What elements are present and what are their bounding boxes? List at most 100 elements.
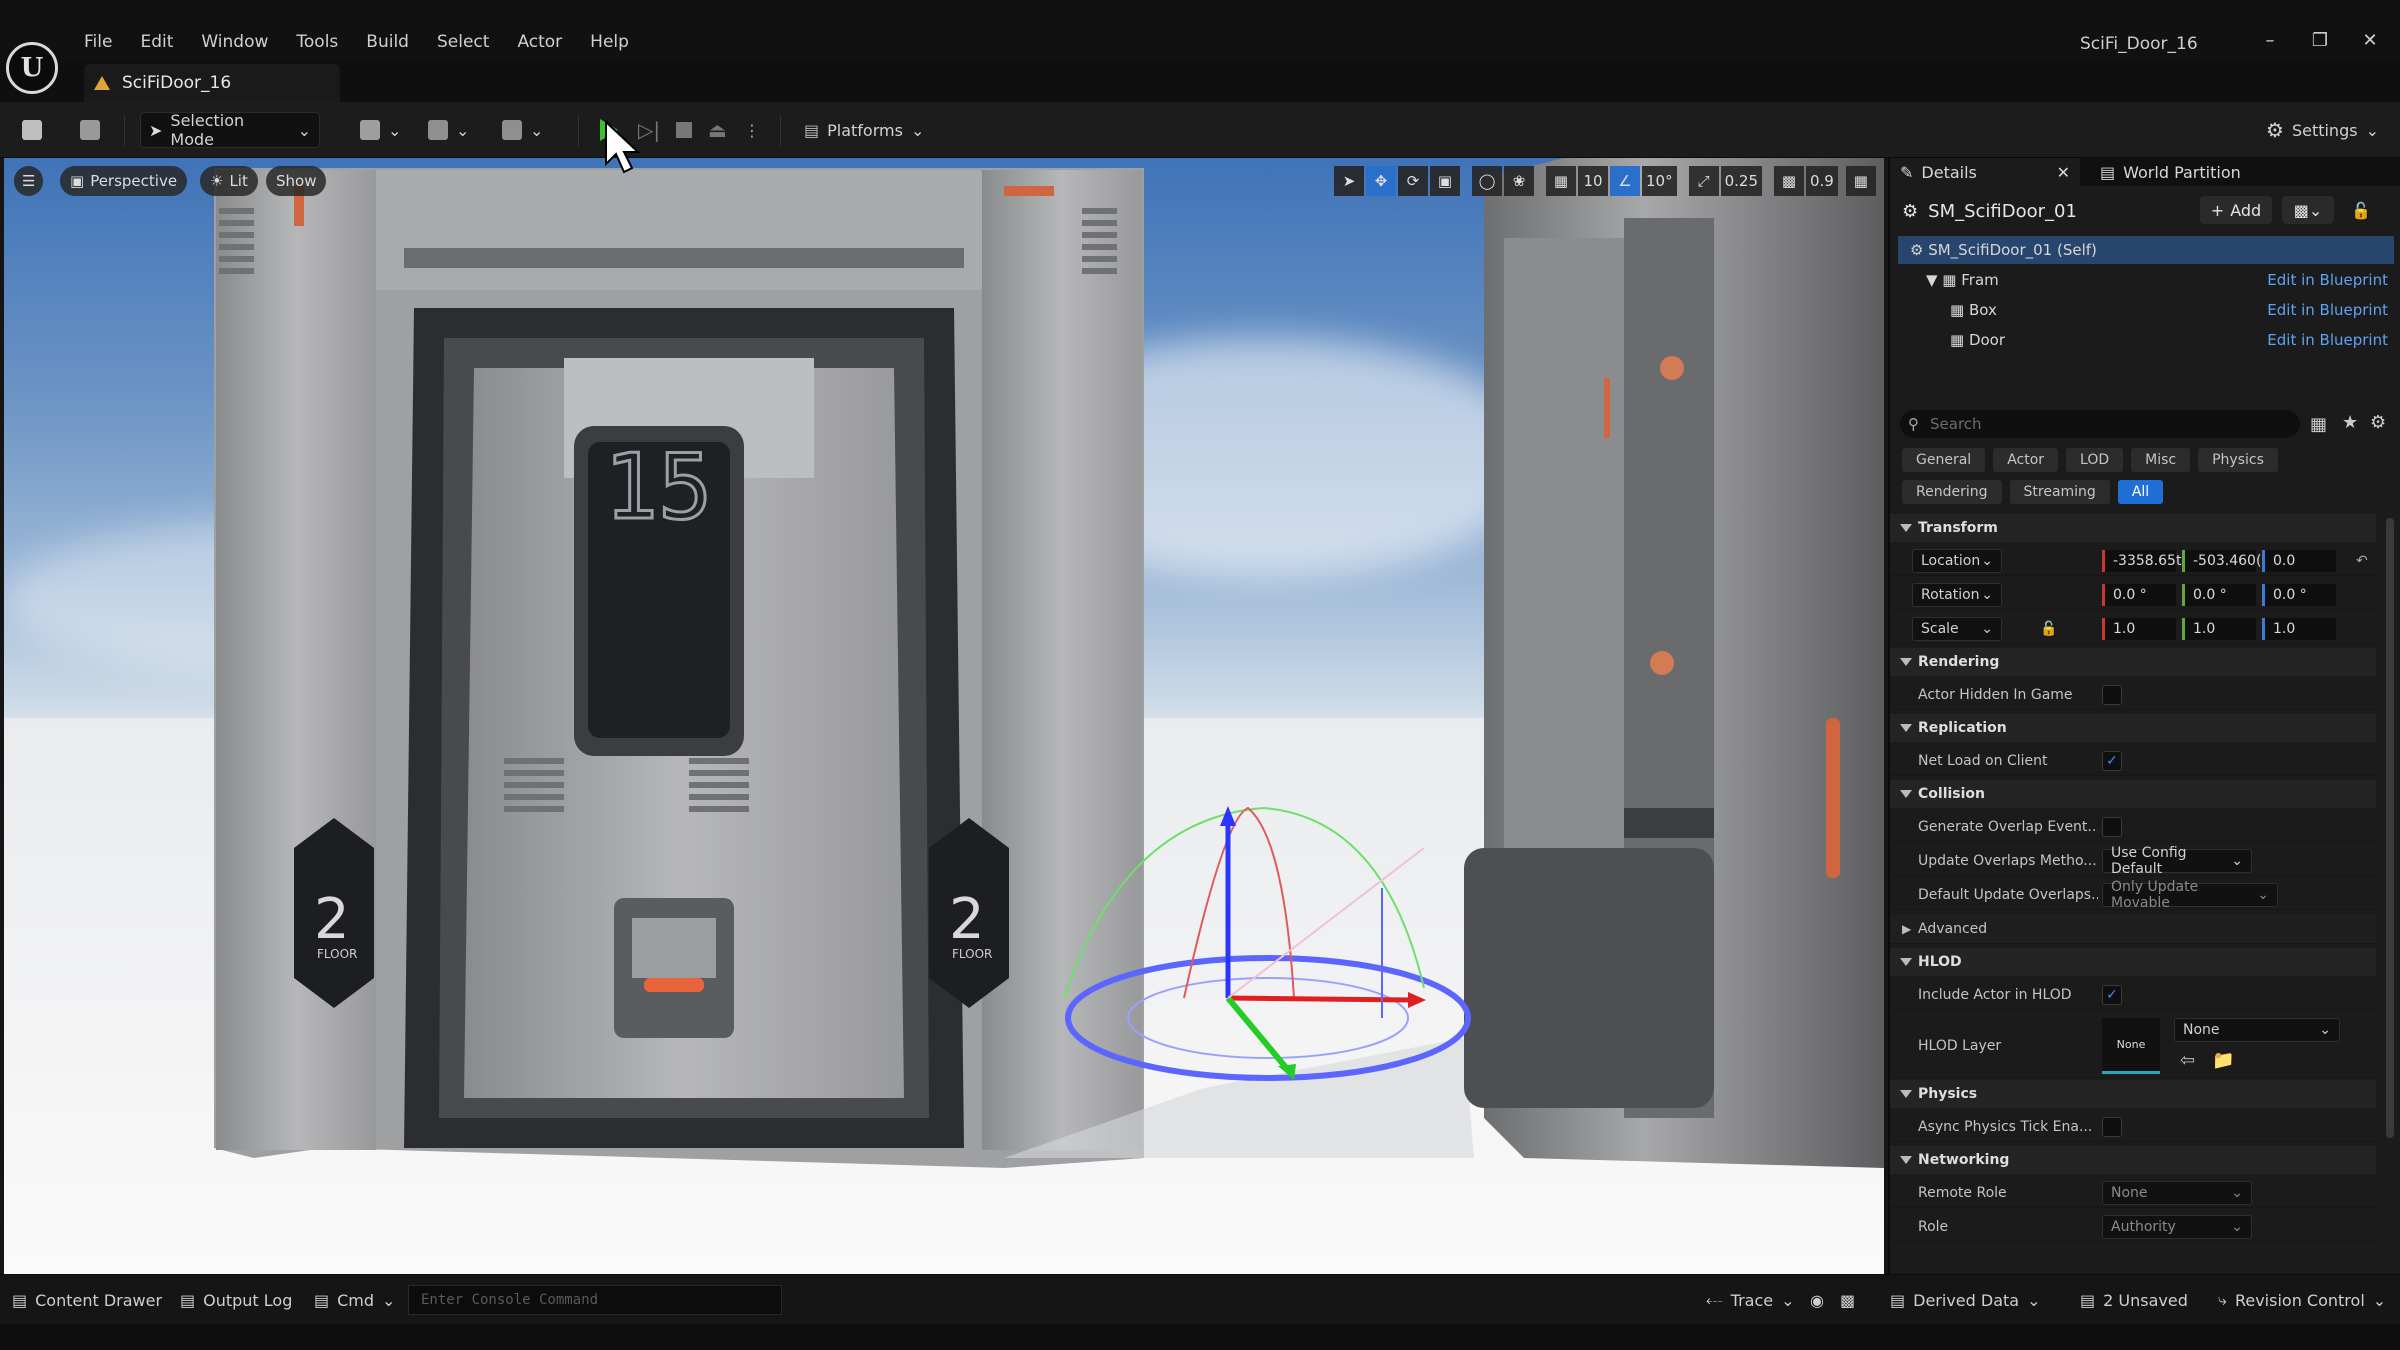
edit-in-blueprint-link[interactable]: Edit in Blueprint <box>2267 271 2388 289</box>
move-tool-icon[interactable]: ✥ <box>1366 166 1396 196</box>
close-window-button[interactable]: ✕ <box>2350 26 2390 56</box>
scale-y-field[interactable]: 1.0 <box>2182 617 2256 640</box>
include-hlod-checkbox[interactable]: ✓ <box>2102 984 2122 1005</box>
blueprint-options-button[interactable]: ▩⌄ <box>2282 196 2334 224</box>
stop-button[interactable] <box>668 112 700 148</box>
surface-snap-icon[interactable]: ❀ <box>1504 166 1534 196</box>
section-networking[interactable]: Networking <box>1890 1146 2376 1174</box>
remote-role-dropdown[interactable]: None ⌄ <box>2102 1180 2252 1205</box>
filter-actor[interactable]: Actor <box>1993 448 2059 472</box>
selection-mode-dropdown[interactable]: ➤ Selection Mode ⌄ <box>140 111 320 149</box>
hlod-layer-dropdown[interactable]: None ⌄ <box>2174 1018 2340 1042</box>
eject-button[interactable]: ⏏ <box>700 112 735 148</box>
section-physics[interactable]: Physics <box>1890 1080 2376 1108</box>
section-rendering[interactable]: Rendering <box>1890 648 2376 676</box>
menu-window[interactable]: Window <box>187 28 282 56</box>
filter-all[interactable]: All <box>2117 480 2164 504</box>
level-viewport[interactable]: 15 2 2 FLOOR FLOOR ☰ ▣ Perspective ☀ Lit… <box>4 158 1884 1274</box>
section-collision[interactable]: Collision <box>1890 780 2376 808</box>
filter-lod[interactable]: LOD <box>2066 448 2124 472</box>
net-load-checkbox[interactable]: ✓ <box>2102 750 2122 771</box>
tab-world-partition[interactable]: ▤ World Partition <box>2090 158 2251 186</box>
platforms-dropdown[interactable]: ▤ Platforms ⌄ <box>796 112 932 148</box>
scale-snap-icon[interactable]: ⤢ <box>1688 166 1719 196</box>
filter-rendering[interactable]: Rendering <box>1902 480 2002 504</box>
update-overlaps-method-dropdown[interactable]: Use Config Default ⌄ <box>2102 845 2252 877</box>
role-dropdown[interactable]: Authority ⌄ <box>2102 1214 2252 1239</box>
add-content-button[interactable]: ⌄ <box>352 112 409 148</box>
derived-data-dropdown[interactable]: ▤ Derived Data ⌄ <box>1890 1285 2040 1315</box>
menu-actor[interactable]: Actor <box>503 28 576 56</box>
trace-dropdown[interactable]: ⤎ Trace ⌄ <box>1706 1285 1795 1315</box>
menu-build[interactable]: Build <box>352 28 423 56</box>
cmd-dropdown[interactable]: ▤ Cmd ⌄ <box>314 1285 395 1315</box>
content-browse-button[interactable] <box>72 112 108 148</box>
lighting-mode-lit[interactable]: ☀ Lit <box>200 166 258 196</box>
close-tab-icon[interactable]: ✕ <box>2057 163 2070 182</box>
output-log-button[interactable]: ▤ Output Log <box>180 1285 292 1315</box>
edit-in-blueprint-link[interactable]: Edit in Blueprint <box>2267 301 2388 319</box>
scale-z-field[interactable]: 1.0 <box>2262 617 2336 640</box>
filter-misc[interactable]: Misc <box>2131 448 2191 472</box>
unreal-logo[interactable]: U <box>6 42 58 94</box>
edit-in-blueprint-link[interactable]: Edit in Blueprint <box>2267 331 2388 349</box>
level-tab[interactable]: SciFiDoor_16 <box>84 64 340 102</box>
world-local-icon[interactable]: ◯ <box>1472 166 1502 196</box>
screenshot-button[interactable]: ▩ <box>1840 1285 1855 1315</box>
filter-streaming[interactable]: Streaming <box>2009 480 2110 504</box>
menu-tools[interactable]: Tools <box>282 28 352 56</box>
console-command-input[interactable]: Enter Console Command <box>408 1285 782 1315</box>
rotation-snap-icon[interactable]: ∠ <box>1610 166 1640 196</box>
camera-speed-value[interactable]: 0.9 <box>1806 166 1838 196</box>
reset-icon[interactable]: ↶ <box>2356 553 2368 569</box>
scale-x-field[interactable]: 1.0 <box>2102 617 2176 640</box>
save-button[interactable] <box>14 112 50 148</box>
section-replication[interactable]: Replication <box>1890 714 2376 742</box>
details-search-input[interactable]: ⚲ Search <box>1900 410 2300 438</box>
lock-selection-button[interactable]: 🔓 <box>2346 196 2376 224</box>
scale-dropdown[interactable]: Scale ⌄ <box>1912 616 2002 641</box>
grid-snap-icon[interactable]: ▦ <box>1546 166 1576 196</box>
show-menu[interactable]: Show <box>266 166 327 196</box>
gear-icon[interactable]: ⚙ <box>2370 412 2386 433</box>
use-selected-icon[interactable]: ⇦ <box>2180 1050 2195 1071</box>
tab-details[interactable]: ✎ Details ✕ <box>1890 158 2080 186</box>
revision-control-dropdown[interactable]: ⤷ Revision Control ⌄ <box>2218 1285 2386 1315</box>
scale-snap-value[interactable]: 0.25 <box>1720 166 1762 196</box>
restore-button[interactable]: ❐ <box>2300 26 2340 56</box>
component-row[interactable]: ▦ Box Edit in Blueprint <box>1898 296 2394 324</box>
rotate-tool-icon[interactable]: ⟳ <box>1398 166 1428 196</box>
add-component-button[interactable]: + Add <box>2200 196 2272 224</box>
play-options-button[interactable]: ⋮ <box>736 112 768 148</box>
view-mode-perspective[interactable]: ▣ Perspective <box>60 166 188 196</box>
advanced-row[interactable]: ▶ Advanced <box>1890 914 2376 944</box>
location-y-field[interactable]: -503.460( <box>2182 549 2261 572</box>
content-drawer-button[interactable]: ▤ Content Drawer <box>12 1285 162 1315</box>
actor-hidden-checkbox[interactable] <box>2102 684 2122 705</box>
component-row[interactable]: ▼ ▦ Fram Edit in Blueprint <box>1898 266 2394 294</box>
browse-folder-icon[interactable]: 📁 <box>2212 1050 2234 1071</box>
menu-file[interactable]: File <box>70 28 126 56</box>
rotation-y-field[interactable]: 0.0 ° <box>2182 583 2256 606</box>
scale-tool-icon[interactable]: ▣ <box>1430 166 1460 196</box>
blueprint-button[interactable]: ⌄ <box>420 112 477 148</box>
menu-edit[interactable]: Edit <box>126 28 187 56</box>
details-scrollbar[interactable] <box>2386 518 2394 1138</box>
generate-overlap-checkbox[interactable] <box>2102 816 2122 837</box>
location-x-field[interactable]: -3358.65t <box>2102 549 2181 572</box>
component-row[interactable]: ⚙ SM_ScifiDoor_01 (Self) <box>1898 236 2394 264</box>
rotation-snap-value[interactable]: 10° <box>1642 166 1677 196</box>
component-row[interactable]: ▦ Door Edit in Blueprint <box>1898 326 2394 354</box>
rotation-z-field[interactable]: 0.0 ° <box>2262 583 2336 606</box>
location-z-field[interactable]: 0.0 <box>2262 549 2336 572</box>
menu-help[interactable]: Help <box>576 28 643 56</box>
rotation-dropdown[interactable]: Rotation ⌄ <box>1912 582 2002 607</box>
select-tool-icon[interactable]: ➤ <box>1334 166 1364 196</box>
unsaved-button[interactable]: ▤ 2 Unsaved <box>2080 1285 2188 1315</box>
async-physics-checkbox[interactable] <box>2102 1116 2122 1137</box>
star-icon[interactable]: ★ <box>2342 412 2358 433</box>
rotation-x-field[interactable]: 0.0 ° <box>2102 583 2176 606</box>
location-dropdown[interactable]: Location ⌄ <box>1912 548 2002 573</box>
camera-speed-icon[interactable]: ▩ <box>1774 166 1804 196</box>
lock-icon[interactable]: 🔓 <box>2040 621 2057 637</box>
